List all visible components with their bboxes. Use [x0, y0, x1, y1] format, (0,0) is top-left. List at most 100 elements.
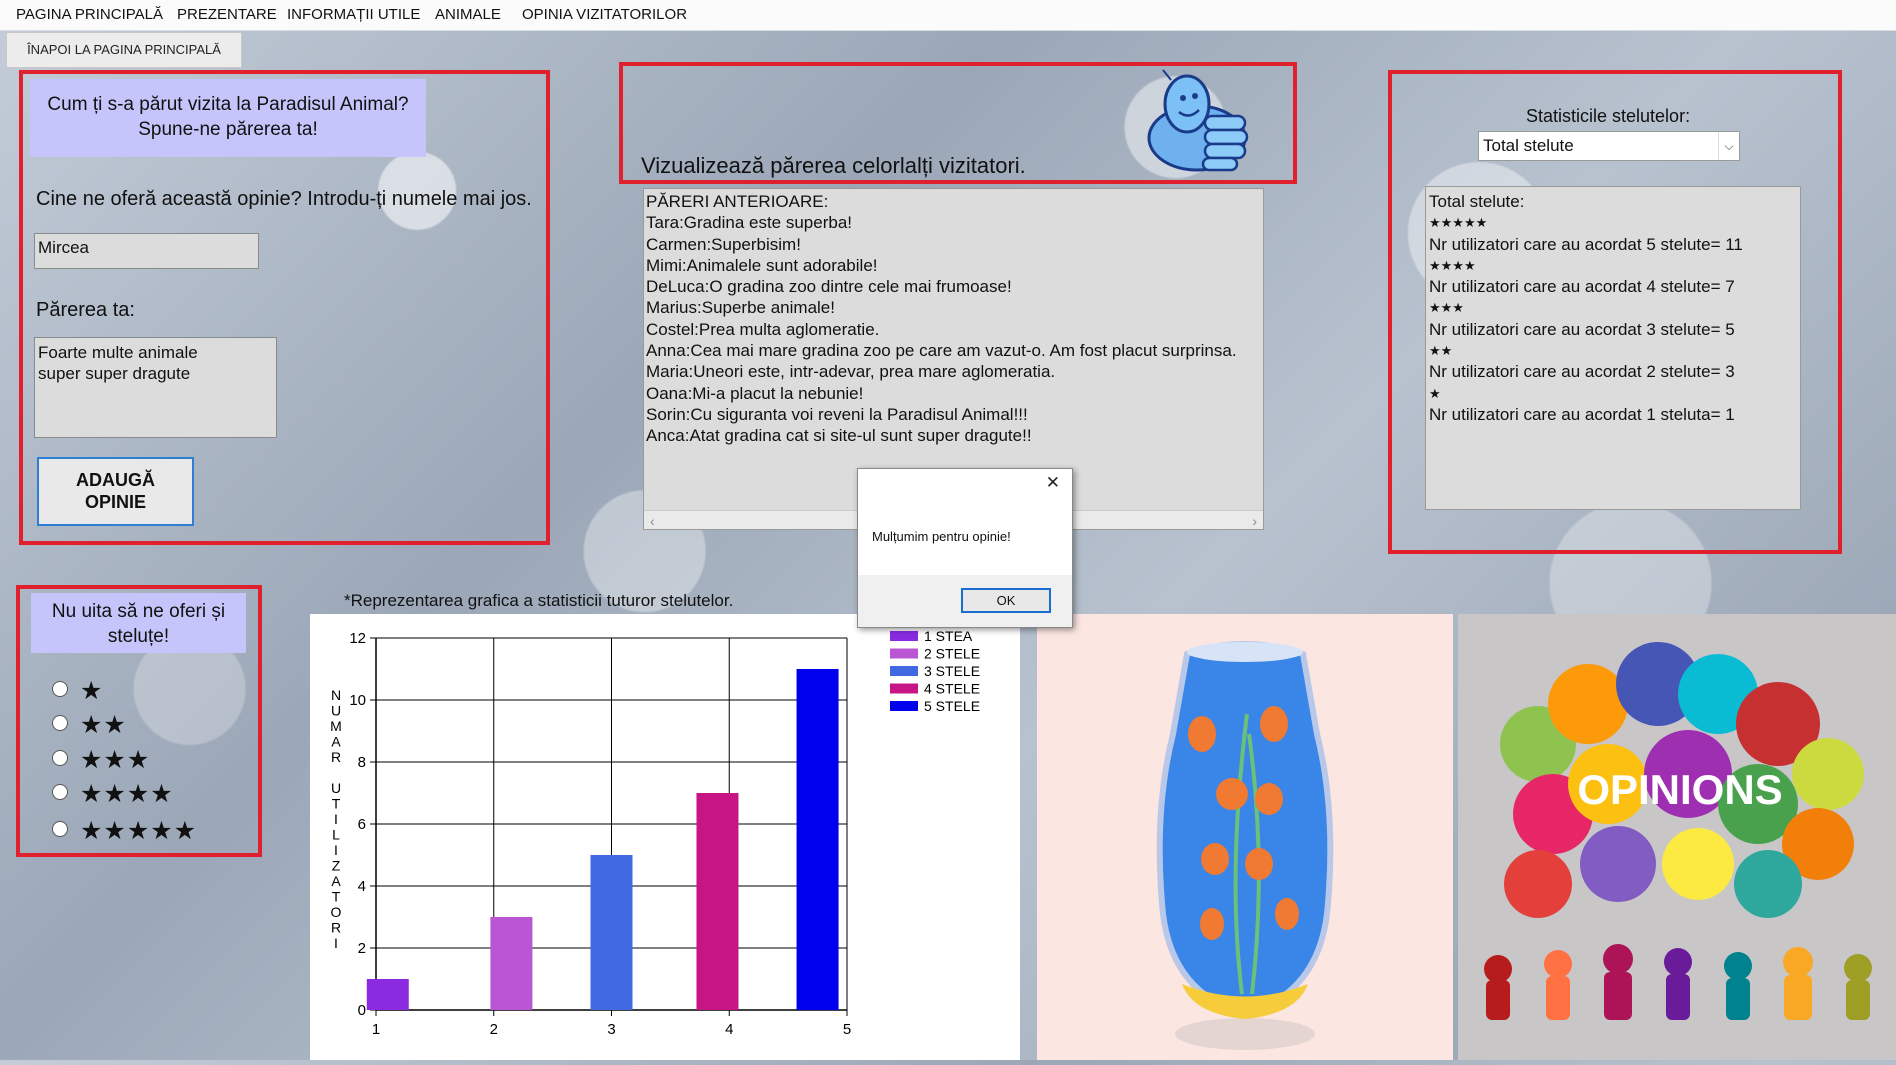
- rating-radio-3[interactable]: [52, 750, 68, 766]
- list-item: Tara:Gradina este superba!: [646, 213, 853, 233]
- legend-swatch: [890, 631, 918, 641]
- y-axis-label-letter: N: [331, 687, 341, 703]
- y-axis-label-letter: O: [331, 904, 342, 920]
- menu-item-animals[interactable]: ANIMALE: [435, 6, 501, 23]
- y-tick-label: 10: [349, 692, 366, 709]
- rating-radio-4[interactable]: [52, 784, 68, 800]
- name-input[interactable]: Mircea: [34, 233, 259, 269]
- x-tick-label: 1: [372, 1021, 380, 1038]
- menu-item-visitor-opinion[interactable]: OPINIA VIZITATORILOR: [522, 6, 687, 23]
- opinion-prompt: Cum ți s-a părut vizita la Paradisul Ani…: [30, 79, 426, 157]
- x-tick-label: 4: [725, 1021, 733, 1038]
- scroll-right-icon[interactable]: ›: [1252, 511, 1257, 532]
- list-item: Nr utilizatori care au acordat 1 steluta…: [1429, 404, 1735, 424]
- list-item: Maria:Uneori este, intr-adevar, prea mar…: [646, 362, 1056, 382]
- list-item: ★★★★: [1429, 257, 1476, 273]
- rating-option-1: ★: [80, 677, 104, 705]
- opinion-text-line2: super super dragute: [38, 364, 191, 383]
- back-to-home-button[interactable]: ÎNAPOI LA PAGINA PRINCIPALĂ: [6, 32, 242, 68]
- thank-you-dialog: ✕ Mulțumim pentru opinie! OK: [857, 468, 1073, 628]
- legend-label: 5 STELE: [924, 698, 980, 714]
- list-item: Anca:Atat gradina cat si site-ul sunt su…: [646, 426, 1032, 446]
- y-axis-label-letter: M: [330, 718, 342, 734]
- opinion-prompt-line1: Cum ți s-a părut vizita la Paradisul Ani…: [47, 94, 409, 115]
- y-axis-label-letter: T: [332, 796, 341, 812]
- previous-opinions-header: Vizualizează părerea celorlalți vizitato…: [641, 153, 1026, 178]
- stats-label: Statisticile stelutelor:: [1526, 106, 1691, 126]
- list-item: Sorin:Cu siguranta voi reveni la Paradis…: [646, 404, 1028, 424]
- y-axis-label-letter: R: [331, 749, 341, 765]
- aquarium-image: [1037, 614, 1453, 1060]
- add-opinion-button[interactable]: ADAUGĂ OPINIE: [37, 457, 194, 526]
- legend-swatch: [890, 701, 918, 711]
- rating-option-2: ★★: [80, 711, 127, 739]
- close-icon[interactable]: ✕: [1046, 473, 1060, 493]
- list-item: ★★★: [1429, 300, 1464, 316]
- y-axis-label-letter: A: [331, 873, 341, 889]
- add-opinion-button-line1: ADAUGĂ: [76, 470, 155, 490]
- y-tick-label: 6: [358, 816, 366, 833]
- list-item: ★: [1429, 385, 1441, 401]
- bar: [490, 917, 533, 1010]
- rating-prompt-line2: steluțe!: [107, 626, 170, 647]
- legend-swatch: [890, 666, 918, 676]
- chart-panel: 0 2 4 6 8 10 12 1 2 3 4 5 N U M A R UTILIZATORI1 STEA 2 S…: [310, 614, 1020, 1060]
- opinion-text-line1: Foarte multe animale: [38, 343, 198, 362]
- list-item: Oana:Mi-a placut la nebunie!: [646, 383, 864, 403]
- thumbs-up-mascot-image: [1147, 69, 1249, 172]
- y-axis-label-letter: Z: [332, 858, 341, 874]
- legend-label: 4 STELE: [924, 681, 980, 697]
- y-axis-label-letter: I: [334, 842, 338, 858]
- legend-label: 3 STELE: [924, 663, 980, 679]
- legend-label: 2 STELE: [924, 646, 980, 662]
- opinion-textarea[interactable]: Foarte multe animale super super dragute: [34, 337, 277, 438]
- list-item: Nr utilizatori care au acordat 5 stelute…: [1429, 234, 1743, 254]
- list-item: Nr utilizatori care au acordat 2 stelute…: [1429, 362, 1735, 382]
- y-tick-label: 8: [358, 754, 366, 771]
- add-opinion-button-line2: OPINIE: [84, 492, 146, 512]
- ok-button[interactable]: OK: [961, 588, 1051, 613]
- menu-item-home[interactable]: PAGINA PRINCIPALĂ: [16, 6, 163, 23]
- stats-list[interactable]: Total stelute: ★★★★★ Nr utilizatori care…: [1425, 186, 1801, 510]
- y-axis-label-letter: U: [331, 703, 341, 719]
- list-item: Costel:Prea multa aglomeratie.: [646, 319, 880, 339]
- rating-radio-1[interactable]: [52, 681, 68, 697]
- list-item: Carmen:Superbisim!: [646, 234, 801, 254]
- menu-bar: PAGINA PRINCIPALĂ PREZENTARE INFORMAȚII …: [0, 0, 1896, 31]
- star-statistics-chart: 0246810121 2 3 4 5NUMAR UTILIZATORI1 STEA2 S…: [330, 628, 980, 1038]
- x-tick-label: 3: [607, 1021, 615, 1038]
- y-tick-label: 4: [358, 878, 366, 895]
- bar: [366, 979, 409, 1010]
- y-axis-label-letter: I: [334, 811, 338, 827]
- list-item: Mimi:Animalele sunt adorabile!: [646, 255, 878, 275]
- chevron-down-icon[interactable]: ⌵: [1718, 132, 1739, 160]
- bar: [696, 793, 739, 1010]
- legend-swatch: [890, 683, 918, 694]
- rating-prompt-line1: Nu uita să ne oferi și: [51, 601, 226, 622]
- rating-option-4: ★★★★: [80, 780, 174, 808]
- stats-select[interactable]: Total stelute ⌵: [1478, 131, 1740, 161]
- list-item: PĂRERI ANTERIOARE:: [646, 192, 829, 211]
- y-axis-label-letter: T: [332, 889, 341, 905]
- opinions-image-text: OPINIONS: [1577, 766, 1782, 813]
- scroll-left-icon[interactable]: ‹: [650, 511, 655, 532]
- stats-select-value: Total stelute: [1483, 136, 1574, 155]
- bar: [796, 669, 839, 1010]
- y-tick-label: 0: [358, 1002, 366, 1019]
- list-item: Nr utilizatori care au acordat 3 stelute…: [1429, 319, 1735, 339]
- x-tick-label: 5: [843, 1021, 851, 1038]
- rating-radio-2[interactable]: [52, 715, 68, 731]
- rating-prompt: Nu uita să ne oferi și steluțe!: [31, 593, 246, 653]
- list-item: ★★★★★: [1429, 215, 1488, 231]
- menu-item-useful-info[interactable]: INFORMAȚII UTILE: [287, 6, 420, 23]
- rating-radio-5[interactable]: [52, 821, 68, 837]
- list-item: Nr utilizatori care au acordat 4 stelute…: [1429, 277, 1735, 297]
- bar: [590, 855, 633, 1010]
- opinions-image: OPINIONS: [1458, 614, 1896, 1060]
- rating-option-3: ★★★: [80, 746, 151, 774]
- rating-option-5: ★★★★★: [80, 817, 198, 845]
- chart-caption: *Reprezentarea grafica a statisticii tut…: [344, 591, 734, 610]
- menu-item-presentation[interactable]: PREZENTARE: [177, 6, 277, 23]
- name-label: Cine ne oferă această opinie? Introdu-ți…: [36, 188, 532, 210]
- y-tick-label: 12: [349, 630, 366, 647]
